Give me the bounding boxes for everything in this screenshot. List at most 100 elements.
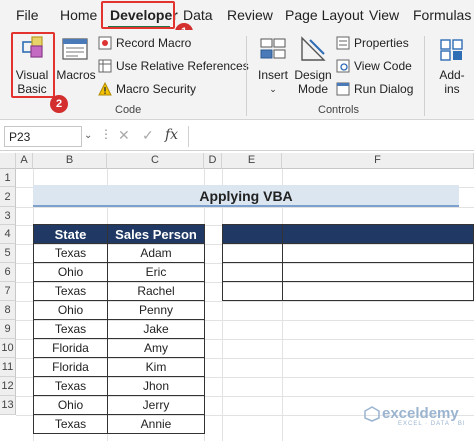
insert-dropdown-icon: ⌄ [269, 84, 277, 94]
table-cell[interactable]: Jhon [107, 376, 205, 396]
column-header-c[interactable]: C [107, 153, 204, 169]
table-cell[interactable]: Adam [107, 243, 205, 263]
table-cell[interactable]: Eric [107, 262, 205, 282]
tab-review[interactable]: Review [227, 7, 273, 23]
row-header[interactable]: 3 [0, 207, 16, 225]
table-row: Ohio Eric [33, 262, 205, 282]
watermark-logo-icon [364, 406, 380, 422]
formula-input[interactable] [188, 126, 474, 147]
table-cell[interactable]: Texas [33, 319, 108, 339]
select-all-corner[interactable] [0, 153, 16, 169]
design-mode-button[interactable]: Design Mode [294, 32, 332, 98]
table-cell[interactable] [281, 243, 474, 263]
more-options-icon[interactable]: ⋮ [100, 127, 112, 141]
row-header[interactable]: 7 [0, 282, 16, 301]
tab-home[interactable]: Home [60, 7, 97, 23]
table-cell[interactable]: Rachel [107, 281, 205, 301]
row-header[interactable]: 11 [0, 358, 16, 377]
table-row [222, 262, 474, 282]
table-cell[interactable]: Ohio [33, 395, 108, 415]
table-cell[interactable]: Kim [107, 357, 205, 377]
row-header[interactable]: 13 [0, 396, 16, 415]
relative-references-icon [98, 59, 112, 73]
row-header[interactable]: 6 [0, 263, 16, 282]
table-row: Texas Rachel [33, 281, 205, 301]
row-header[interactable]: 5 [0, 244, 16, 263]
table-cell[interactable] [222, 224, 283, 244]
sheet-title[interactable]: Applying VBA [33, 185, 459, 207]
row-header[interactable]: 8 [0, 301, 16, 320]
tab-page-layout[interactable]: Page Layout [285, 7, 364, 23]
table-cell[interactable]: Ohio [33, 300, 108, 320]
table-cell[interactable] [222, 243, 283, 263]
table-cell[interactable] [281, 262, 474, 282]
table-cell[interactable]: Penny [107, 300, 205, 320]
row-header[interactable]: 10 [0, 339, 16, 358]
table-cell[interactable]: Ohio [33, 262, 108, 282]
macro-security-button[interactable]: Macro Security [98, 81, 198, 97]
table-cell[interactable]: Amy [107, 338, 205, 358]
table-cell[interactable]: Florida [33, 357, 108, 377]
name-box-dropdown-icon[interactable]: ⌄ [84, 130, 92, 141]
row-header[interactable]: 2 [0, 187, 16, 207]
table-cell[interactable]: Texas [33, 376, 108, 396]
gridline [16, 207, 474, 208]
row-header[interactable]: 1 [0, 169, 16, 187]
table-row: Texas Jhon [33, 376, 205, 396]
add-ins-label-1: Add- [439, 68, 465, 82]
watermark-tagline: EXCEL · DATA · BI [398, 421, 466, 427]
table-cell[interactable] [222, 281, 283, 301]
record-macro-button[interactable]: Record Macro [98, 35, 192, 51]
table-cell[interactable]: Texas [33, 414, 108, 434]
table-cell[interactable] [281, 281, 474, 301]
record-macro-icon [98, 36, 112, 50]
group-separator [424, 36, 425, 116]
properties-button[interactable]: Properties [336, 35, 416, 51]
table-cell[interactable] [281, 224, 474, 244]
tab-data[interactable]: Data [183, 7, 213, 23]
cancel-icon[interactable]: ✕ [118, 127, 130, 144]
column-header-sales-person[interactable]: Sales Person [107, 224, 205, 244]
macro-security-label: Macro Security [116, 82, 197, 96]
watermark: exceldemy [382, 405, 459, 422]
row-header[interactable]: 4 [0, 225, 16, 244]
enter-icon[interactable]: ✓ [142, 127, 154, 144]
design-mode-label-1: Design [294, 68, 332, 82]
insert-controls-button[interactable]: Insert ⌄ [255, 32, 291, 98]
column-header-e[interactable]: E [222, 153, 282, 169]
column-header-b[interactable]: B [33, 153, 107, 169]
macros-button[interactable]: Macros [56, 32, 96, 98]
tab-file[interactable]: File [16, 7, 39, 23]
table-row: Texas Adam [33, 243, 205, 263]
column-header-a[interactable]: A [16, 153, 33, 169]
table-cell[interactable]: Jake [107, 319, 205, 339]
add-ins-button[interactable]: Add- ins [432, 32, 472, 98]
insert-function-button[interactable]: fx [165, 127, 178, 143]
table-cell[interactable]: Jerry [107, 395, 205, 415]
table-header-row: State Sales Person [33, 224, 205, 244]
name-box[interactable]: P23 [4, 126, 82, 147]
view-code-label: View Code [354, 59, 412, 73]
table-cell[interactable]: Texas [33, 243, 108, 263]
gridline [222, 169, 223, 441]
view-code-button[interactable]: View Code [336, 58, 416, 74]
run-dialog-button[interactable]: Run Dialog [336, 81, 416, 97]
record-macro-label: Record Macro [116, 36, 192, 50]
row-header[interactable]: 12 [0, 377, 16, 396]
group-separator [246, 36, 247, 116]
table-cell[interactable] [222, 262, 283, 282]
column-header-d[interactable]: D [204, 153, 222, 169]
table-row: Ohio Penny [33, 300, 205, 320]
table-cell[interactable]: Annie [107, 414, 205, 434]
row-header[interactable]: 9 [0, 320, 16, 339]
table-row: Texas Jake [33, 319, 205, 339]
tab-formulas[interactable]: Formulas [413, 7, 471, 23]
table-cell[interactable]: Florida [33, 338, 108, 358]
tab-view[interactable]: View [369, 7, 399, 23]
insert-controls-icon [260, 38, 286, 59]
column-header-f[interactable]: F [282, 153, 474, 169]
table-cell[interactable]: Texas [33, 281, 108, 301]
column-header-state[interactable]: State [33, 224, 108, 244]
visual-basic-highlight-box [11, 32, 55, 98]
relative-references-button[interactable]: Use Relative References [98, 58, 249, 74]
